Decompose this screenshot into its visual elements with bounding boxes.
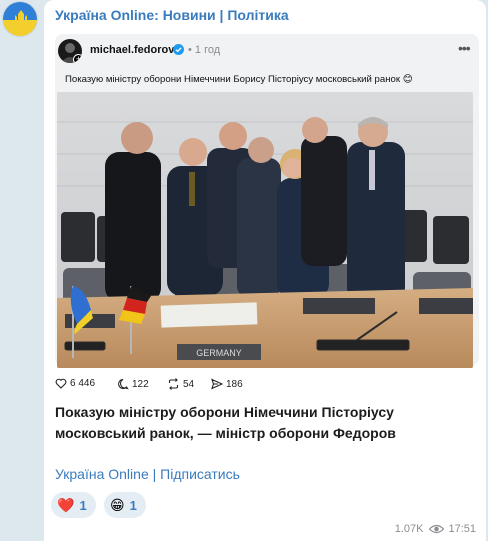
reposts-stat[interactable]: 54 bbox=[167, 378, 194, 390]
channel-title[interactable]: Україна Online: Новини | Політика bbox=[55, 7, 289, 23]
message-time: 17:51 bbox=[448, 523, 476, 535]
germany-nameplate: GERMANY bbox=[196, 348, 242, 358]
post-time-ago: • 1 год bbox=[188, 44, 220, 56]
reaction-grin[interactable]: 😁 1 bbox=[104, 492, 146, 518]
comment-icon bbox=[118, 378, 129, 390]
heart-reaction-icon: ❤️ bbox=[57, 497, 75, 513]
verified-badge-icon bbox=[173, 44, 184, 55]
reposts-count: 54 bbox=[183, 378, 195, 390]
instagram-embed[interactable]: + michael.fedorov • 1 год ••• Показую мі… bbox=[55, 34, 479, 368]
repost-icon bbox=[168, 378, 179, 390]
message-meta: 1.07K 17:51 bbox=[395, 523, 476, 535]
heart-icon bbox=[55, 378, 67, 389]
comments-count: 122 bbox=[132, 378, 149, 390]
subscribe-link[interactable]: Україна Online | Підписатись bbox=[55, 466, 240, 482]
grin-reaction-icon: 😁 bbox=[110, 497, 125, 513]
post-text: Показую міністру оборони Німеччини Пісто… bbox=[55, 404, 396, 441]
dot-separator: • bbox=[188, 44, 195, 56]
views-count: 1.07K bbox=[394, 523, 424, 535]
time-ago-label: 1 год bbox=[194, 44, 221, 56]
reaction-heart[interactable]: ❤️ 1 bbox=[51, 492, 96, 518]
author-username[interactable]: michael.fedorov bbox=[90, 44, 174, 56]
shares-count: 186 bbox=[226, 378, 243, 390]
comments-stat[interactable]: 122 bbox=[117, 378, 149, 390]
post-caption: Показую міністру оборони Німеччини Борис… bbox=[65, 74, 413, 85]
reaction-count: 1 bbox=[129, 497, 137, 513]
message-bubble: Україна Online: Новини | Політика + mich… bbox=[44, 0, 486, 541]
likes-stat[interactable]: 6 446 bbox=[55, 378, 95, 389]
eye-icon bbox=[429, 524, 445, 534]
shares-stat[interactable]: 186 bbox=[211, 378, 243, 390]
reaction-count: 1 bbox=[79, 497, 87, 513]
channel-avatar[interactable] bbox=[2, 1, 38, 37]
author-avatar[interactable]: + bbox=[58, 39, 82, 63]
share-icon bbox=[211, 378, 223, 390]
more-dots-icon[interactable]: ••• bbox=[458, 40, 471, 56]
follow-plus-icon[interactable]: + bbox=[73, 54, 82, 63]
likes-count: 6 446 bbox=[70, 378, 96, 389]
post-photo[interactable]: GERMANY bbox=[57, 92, 473, 368]
